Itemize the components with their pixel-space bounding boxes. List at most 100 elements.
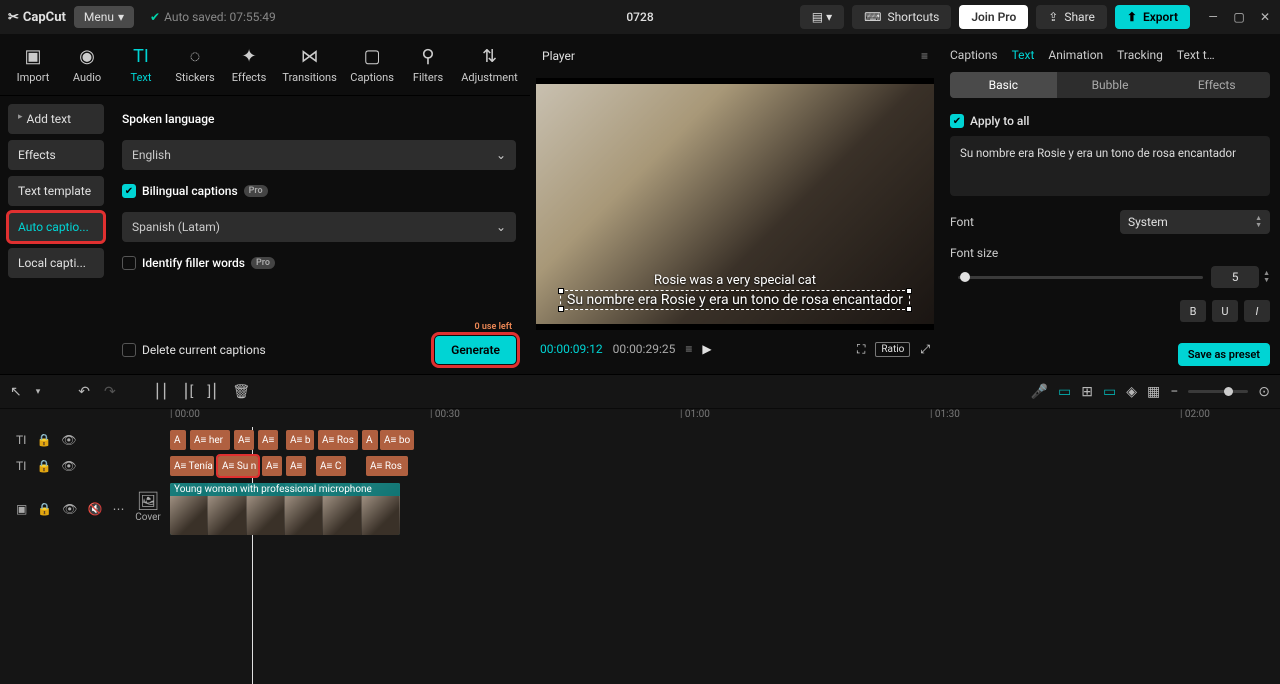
zoom-fit-button[interactable]: ⊙: [1258, 384, 1270, 400]
snap-button[interactable]: ▭: [1103, 384, 1116, 400]
apply-all-checkbox[interactable]: ✔: [950, 114, 964, 128]
eye-icon[interactable]: 👁: [61, 433, 76, 447]
player-canvas[interactable]: Rosie was a very special cat Su nombre e…: [536, 78, 934, 330]
bilingual-language-select[interactable]: Spanish (Latam)⌄: [122, 212, 516, 242]
link-button[interactable]: ⊞: [1081, 384, 1093, 400]
caption-clip[interactable]: A≡ C: [316, 456, 346, 476]
caption-clip[interactable]: A: [362, 430, 378, 450]
inspector-tab-animation[interactable]: Animation: [1048, 48, 1103, 62]
inspector-tab-text[interactable]: Text: [1012, 48, 1035, 62]
tool-tab-effects[interactable]: ✦Effects: [224, 42, 274, 88]
caption-clip[interactable]: A≡: [262, 456, 282, 476]
bilingual-checkbox[interactable]: ✔: [122, 184, 136, 198]
delete-tool[interactable]: 🗑: [232, 384, 250, 400]
list-icon[interactable]: ≡: [685, 342, 692, 356]
subtab-basic[interactable]: Basic: [950, 72, 1057, 98]
tool-tab-adjustment[interactable]: ⇅Adjustment: [457, 42, 522, 88]
caption-clip[interactable]: A≡: [234, 430, 254, 450]
caption-clip[interactable]: A≡ her: [190, 430, 230, 450]
share-button[interactable]: ⇪Share: [1036, 5, 1107, 29]
join-pro-button[interactable]: Join Pro: [959, 5, 1028, 29]
generate-button[interactable]: 0 use left Generate: [435, 336, 516, 364]
scan-icon[interactable]: ⛶: [857, 342, 865, 357]
ratio-button[interactable]: Ratio: [875, 342, 910, 357]
caption-track-2[interactable]: A≡ TeníaA≡ Su nA≡A≡A≡ CA≡ Ros: [170, 453, 1280, 479]
caption-clip[interactable]: A≡ b: [286, 430, 314, 450]
minimize-button[interactable]: —: [1206, 10, 1220, 24]
export-button[interactable]: ⬆Export: [1115, 5, 1190, 29]
cursor-tool[interactable]: ↖: [10, 384, 22, 400]
undo-button[interactable]: ↶: [78, 384, 90, 400]
font-select[interactable]: System ▲▼: [1120, 210, 1270, 234]
video-track[interactable]: Cover Young woman with professional micr…: [170, 479, 1280, 539]
caption-text-input[interactable]: Su nombre era Rosie y era un tono de ros…: [950, 136, 1270, 196]
shortcuts-button[interactable]: ⌨Shortcuts: [852, 5, 951, 29]
tool-tab-filters[interactable]: ⚲Filters: [403, 42, 453, 88]
inspector-tab-tracking[interactable]: Tracking: [1117, 48, 1163, 62]
timeline-ruler[interactable]: | 00:00| 00:30| 01:00| 01:30| 02:00: [0, 409, 1280, 427]
save-preset-button[interactable]: Save as preset: [1178, 343, 1270, 366]
mic-button[interactable]: 🎤: [1031, 384, 1048, 400]
caption-clip[interactable]: A≡ Tenía: [170, 456, 214, 476]
trim-left-tool[interactable]: ⎮[: [182, 384, 193, 400]
inspector-tab-captions[interactable]: Captions: [950, 48, 998, 62]
sidebar-item-effects[interactable]: Effects: [8, 140, 104, 170]
lock-icon[interactable]: 🔒: [37, 502, 52, 516]
down-icon[interactable]: ▼: [1255, 222, 1262, 229]
caption-clip[interactable]: A≡ bo: [380, 430, 414, 450]
caption-clip[interactable]: A≡ Su n: [218, 456, 258, 476]
inspector-tab-textt[interactable]: Text t…: [1177, 48, 1215, 62]
zoom-slider[interactable]: [1188, 390, 1248, 393]
italic-button[interactable]: I: [1244, 300, 1270, 322]
zoom-out-button[interactable]: −: [1170, 384, 1178, 400]
bold-button[interactable]: B: [1180, 300, 1206, 322]
caption-english[interactable]: Rosie was a very special cat: [654, 273, 816, 288]
maximize-button[interactable]: ▢: [1232, 10, 1246, 24]
caption-clip[interactable]: A≡ Ros: [366, 456, 408, 476]
lock-icon[interactable]: 🔒: [36, 459, 51, 473]
caption-clip[interactable]: A≡: [258, 430, 278, 450]
delete-captions-checkbox[interactable]: [122, 343, 136, 357]
more-icon[interactable]: ⋯: [112, 502, 124, 516]
down-icon[interactable]: ▼: [1263, 277, 1270, 284]
menu-button[interactable]: Menu▾: [74, 6, 134, 28]
cover-button[interactable]: Cover: [130, 491, 166, 523]
mute-icon[interactable]: 🔇: [88, 502, 103, 516]
eye-icon[interactable]: 👁: [62, 502, 77, 516]
caption-clip[interactable]: A≡ Ros: [318, 430, 358, 450]
font-size-input[interactable]: 5: [1211, 266, 1259, 288]
tool-tab-transitions[interactable]: ⋈Transitions: [278, 42, 341, 88]
video-clip[interactable]: Young woman with professional microphone: [170, 483, 400, 535]
sidebar-item-add-text[interactable]: ▸Add text: [8, 104, 104, 134]
font-size-slider[interactable]: [958, 276, 1203, 279]
sidebar-item-auto-captio-[interactable]: Auto captio...: [8, 212, 104, 242]
close-button[interactable]: ✕: [1258, 10, 1272, 24]
fullscreen-icon[interactable]: ⤢: [920, 342, 930, 357]
caption-spanish[interactable]: Su nombre era Rosie y era un tono de ros…: [560, 290, 910, 310]
play-button[interactable]: ▶: [702, 342, 711, 356]
tool-tab-captions[interactable]: ▢Captions: [345, 42, 399, 88]
magnet-button[interactable]: ▭: [1058, 384, 1071, 400]
underline-button[interactable]: U: [1212, 300, 1238, 322]
tool-tab-stickers[interactable]: ◌Stickers: [170, 42, 220, 88]
sidebar-item-local-capti-[interactable]: Local capti...: [8, 248, 104, 278]
spoken-language-select[interactable]: English⌄: [122, 140, 516, 170]
caption-track-1[interactable]: AA≡ herA≡A≡A≡ bA≡ RosAA≡ bo: [170, 427, 1280, 453]
aspect-button[interactable]: ▤ ▾: [800, 5, 844, 29]
tool-tab-audio[interactable]: ◉Audio: [62, 42, 112, 88]
caption-clip[interactable]: A: [170, 430, 186, 450]
filler-checkbox[interactable]: [122, 256, 136, 270]
split-tool[interactable]: ⎮⎮: [154, 384, 169, 400]
eye-icon[interactable]: 👁: [61, 459, 76, 473]
player-menu-icon[interactable]: ≡: [921, 49, 928, 63]
preview-button[interactable]: ◈: [1126, 384, 1137, 400]
subtab-bubble[interactable]: Bubble: [1057, 72, 1164, 98]
tool-tab-import[interactable]: ▣Import: [8, 42, 58, 88]
track-button[interactable]: ▦: [1147, 384, 1160, 400]
lock-icon[interactable]: 🔒: [36, 433, 51, 447]
tool-tab-text[interactable]: TIText: [116, 42, 166, 88]
redo-button[interactable]: ↷: [104, 384, 116, 400]
project-title[interactable]: 0728: [626, 10, 653, 24]
caption-clip[interactable]: A≡: [286, 456, 306, 476]
trim-right-tool[interactable]: ]⎮: [207, 384, 218, 400]
